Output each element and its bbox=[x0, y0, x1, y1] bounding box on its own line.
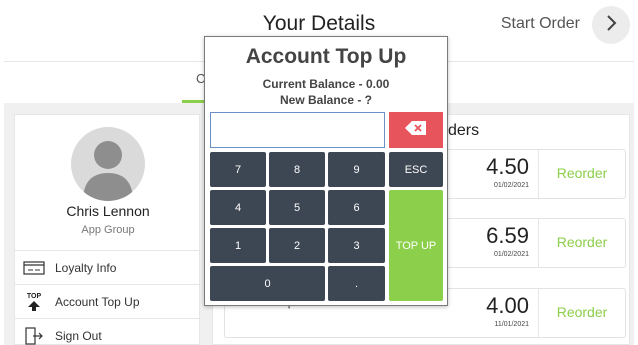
menu-item-label: Account Top Up bbox=[55, 294, 140, 309]
order-date: 01/02/2021 bbox=[493, 251, 529, 258]
account-top-up-modal: Account Top Up Current Balance - 0.00 Ne… bbox=[204, 36, 448, 306]
menu-item-label: Sign Out bbox=[55, 328, 102, 343]
menu-item-account-top-up[interactable]: TOP Account Top Up bbox=[15, 284, 199, 318]
current-balance: Current Balance - 0.00 bbox=[262, 77, 390, 91]
orders-title: ders bbox=[448, 122, 480, 139]
menu-item-label: Loyalty Info bbox=[55, 260, 117, 275]
order-price: 4.00 bbox=[486, 293, 529, 318]
sign-out-icon bbox=[23, 326, 45, 345]
key-0[interactable]: 0 bbox=[210, 266, 325, 301]
order-date: 01/02/2021 bbox=[493, 182, 529, 189]
loyalty-card-icon bbox=[23, 260, 45, 275]
profile-card: Chris Lennon App Group Loyalty Info TOP … bbox=[14, 114, 200, 345]
top-up-icon-text: TOP bbox=[26, 292, 42, 300]
avatar-placeholder-icon bbox=[83, 141, 133, 201]
profile-name: Chris Lennon bbox=[66, 203, 150, 219]
start-order-button[interactable] bbox=[592, 6, 630, 44]
key-8[interactable]: 8 bbox=[269, 152, 325, 187]
profile-group: App Group bbox=[81, 224, 135, 236]
reorder-button[interactable]: Reorder bbox=[539, 304, 625, 320]
avatar bbox=[71, 127, 145, 201]
key-5[interactable]: 5 bbox=[269, 190, 325, 225]
key-6[interactable]: 6 bbox=[328, 190, 385, 225]
new-balance: New Balance - ? bbox=[279, 93, 373, 107]
order-date: 11/01/2021 bbox=[494, 321, 529, 328]
amount-input[interactable] bbox=[210, 112, 385, 148]
menu-item-loyalty-info[interactable]: Loyalty Info bbox=[15, 250, 199, 284]
backspace-icon bbox=[405, 120, 427, 140]
menu-item-sign-out[interactable]: Sign Out bbox=[15, 318, 199, 345]
order-price: 4.50 bbox=[486, 154, 529, 179]
key-9[interactable]: 9 bbox=[328, 152, 385, 187]
key-1[interactable]: 1 bbox=[210, 228, 266, 263]
top-up-icon: TOP bbox=[23, 293, 45, 311]
esc-button[interactable]: ESC bbox=[389, 152, 443, 187]
key-4[interactable]: 4 bbox=[210, 190, 266, 225]
modal-title: Account Top Up bbox=[245, 45, 407, 68]
start-order-label[interactable]: Start Order bbox=[501, 15, 580, 33]
reorder-button[interactable]: Reorder bbox=[539, 165, 625, 181]
key-7[interactable]: 7 bbox=[210, 152, 266, 187]
backspace-button[interactable] bbox=[389, 112, 443, 148]
order-price: 6.59 bbox=[486, 223, 529, 248]
top-up-button[interactable]: TOP UP bbox=[389, 190, 443, 301]
key-2[interactable]: 2 bbox=[269, 228, 325, 263]
reorder-button[interactable]: Reorder bbox=[539, 234, 625, 250]
chevron-right-icon bbox=[604, 14, 618, 37]
key-decimal[interactable]: . bbox=[328, 266, 385, 301]
key-3[interactable]: 3 bbox=[328, 228, 385, 263]
